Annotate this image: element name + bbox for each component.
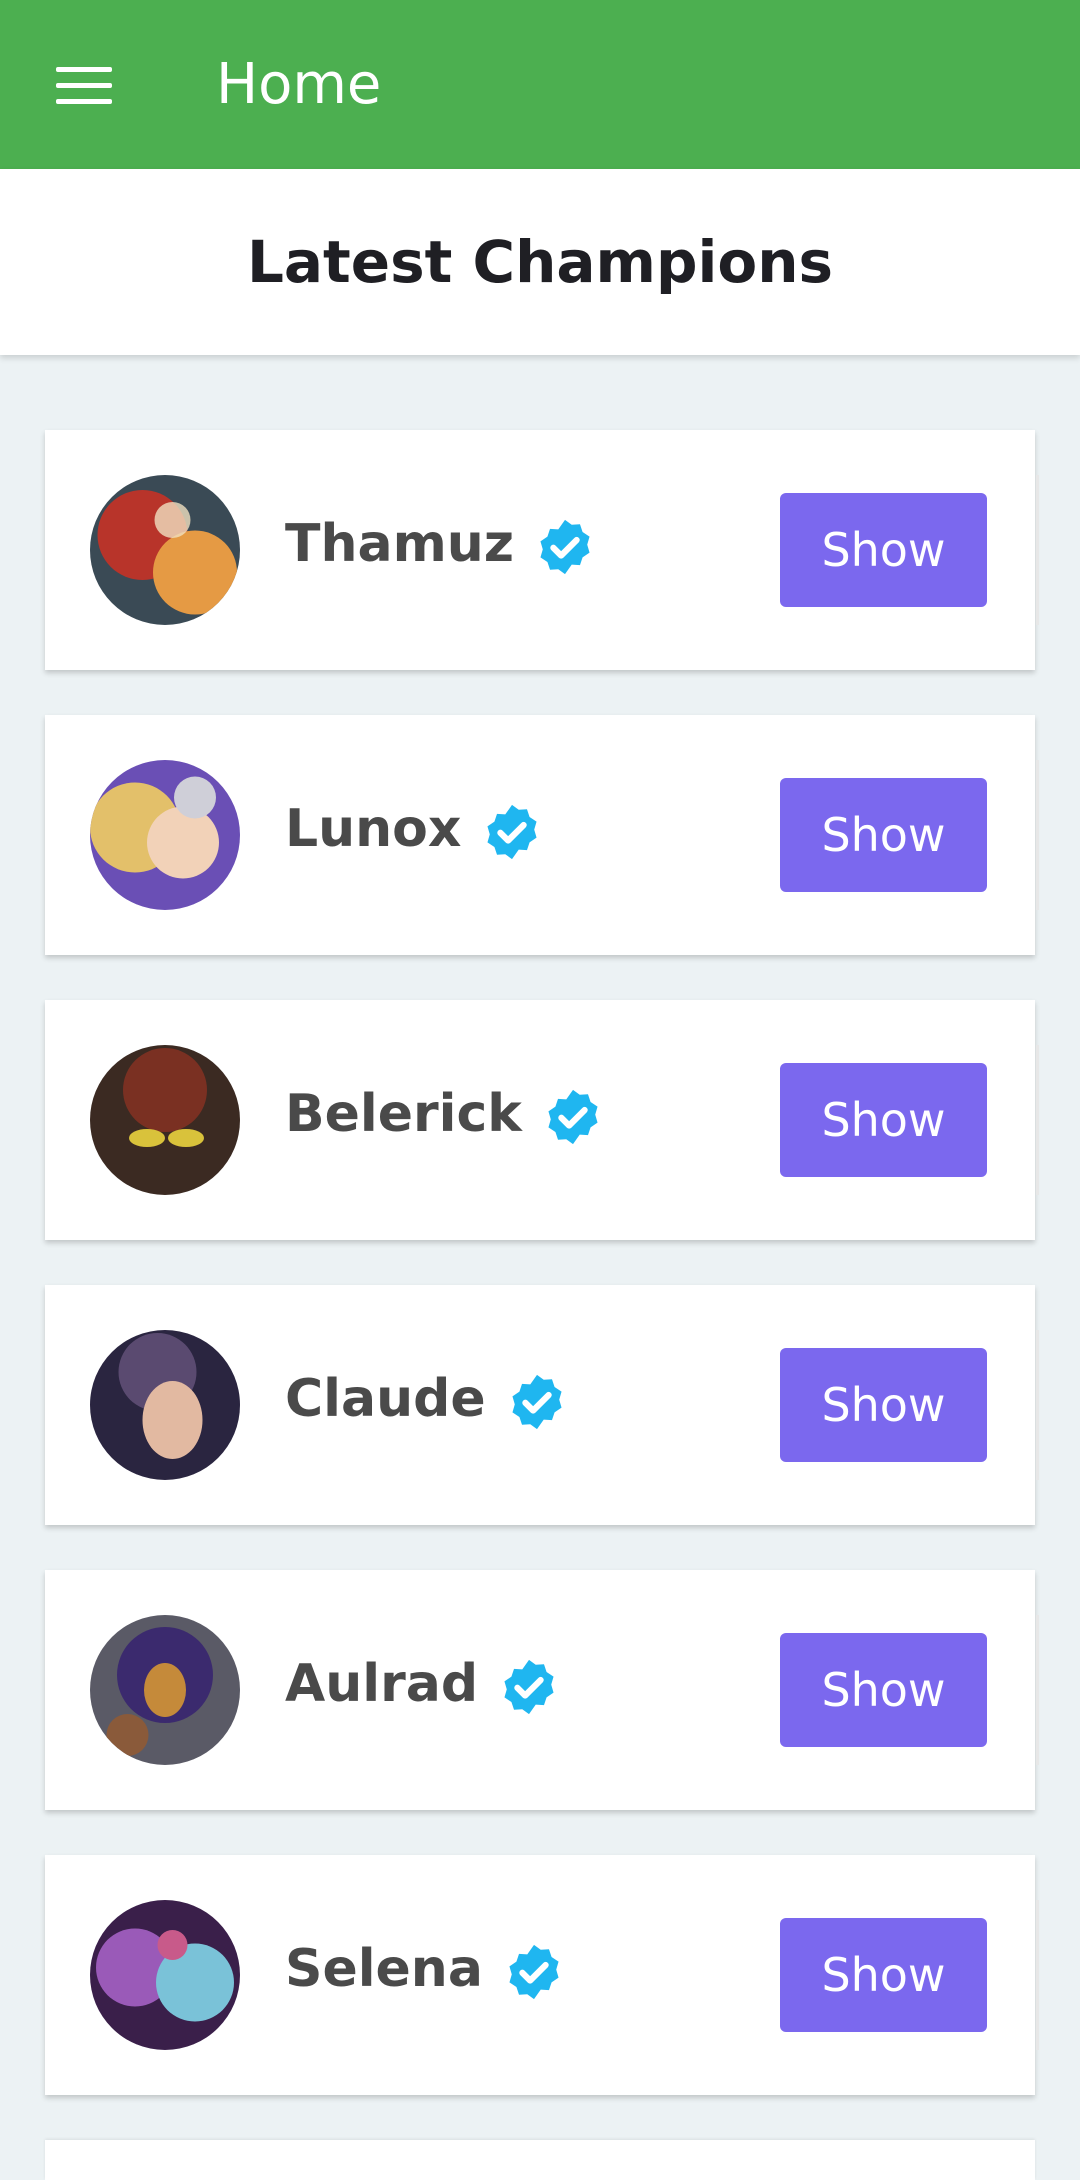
champion-name: Aulrad xyxy=(285,1654,479,1714)
champion-name-row: Claude xyxy=(285,1365,568,1433)
champion-name: Belerick xyxy=(285,1084,522,1144)
verified-badge-icon xyxy=(504,1659,554,1715)
verified-badge-icon xyxy=(509,1944,559,2000)
champion-name-row: Lunox xyxy=(285,795,543,863)
hamburger-menu-icon[interactable] xyxy=(40,50,128,120)
champion-name-row: Thamuz xyxy=(285,510,596,578)
verified-badge-icon xyxy=(540,519,590,575)
champion-avatar xyxy=(90,475,240,625)
champion-name-row: Selena xyxy=(285,1935,565,2003)
verified-badge-icon xyxy=(487,804,537,860)
page-header: Latest Champions xyxy=(0,169,1080,355)
champion-card: Thamuz Show xyxy=(45,430,1039,670)
app-bar-title: Home xyxy=(216,52,382,117)
champion-card: Lunox Show xyxy=(45,715,1039,955)
show-button[interactable]: Show xyxy=(780,1633,987,1747)
app-bar: Home xyxy=(0,0,1080,169)
champion-name: Selena xyxy=(285,1939,483,1999)
champion-card: Selena Show xyxy=(45,1855,1039,2095)
champion-card-partial xyxy=(45,2140,1035,2180)
champion-avatar xyxy=(90,760,240,910)
champion-name: Thamuz xyxy=(285,514,515,574)
champion-avatar xyxy=(90,1330,240,1480)
champion-avatar xyxy=(90,1615,240,1765)
champion-name: Claude xyxy=(285,1369,486,1429)
menu-line xyxy=(56,66,112,72)
champion-card: Claude Show xyxy=(45,1285,1039,1525)
menu-line xyxy=(56,98,112,104)
show-button[interactable]: Show xyxy=(780,1918,987,2032)
champion-name-row: Aulrad xyxy=(285,1650,560,1718)
champion-card: Aulrad Show xyxy=(45,1570,1039,1810)
show-button[interactable]: Show xyxy=(780,1348,987,1462)
champion-avatar xyxy=(90,1900,240,2050)
champion-name-row: Belerick xyxy=(285,1080,604,1148)
show-button[interactable]: Show xyxy=(780,493,987,607)
verified-badge-icon xyxy=(512,1374,562,1430)
champion-avatar xyxy=(90,1045,240,1195)
menu-line xyxy=(56,82,112,88)
champion-card: Belerick Show xyxy=(45,1000,1039,1240)
show-button[interactable]: Show xyxy=(780,1063,987,1177)
verified-badge-icon xyxy=(548,1089,598,1145)
page-title: Latest Champions xyxy=(246,228,834,296)
show-button[interactable]: Show xyxy=(780,778,987,892)
champion-name: Lunox xyxy=(285,799,462,859)
